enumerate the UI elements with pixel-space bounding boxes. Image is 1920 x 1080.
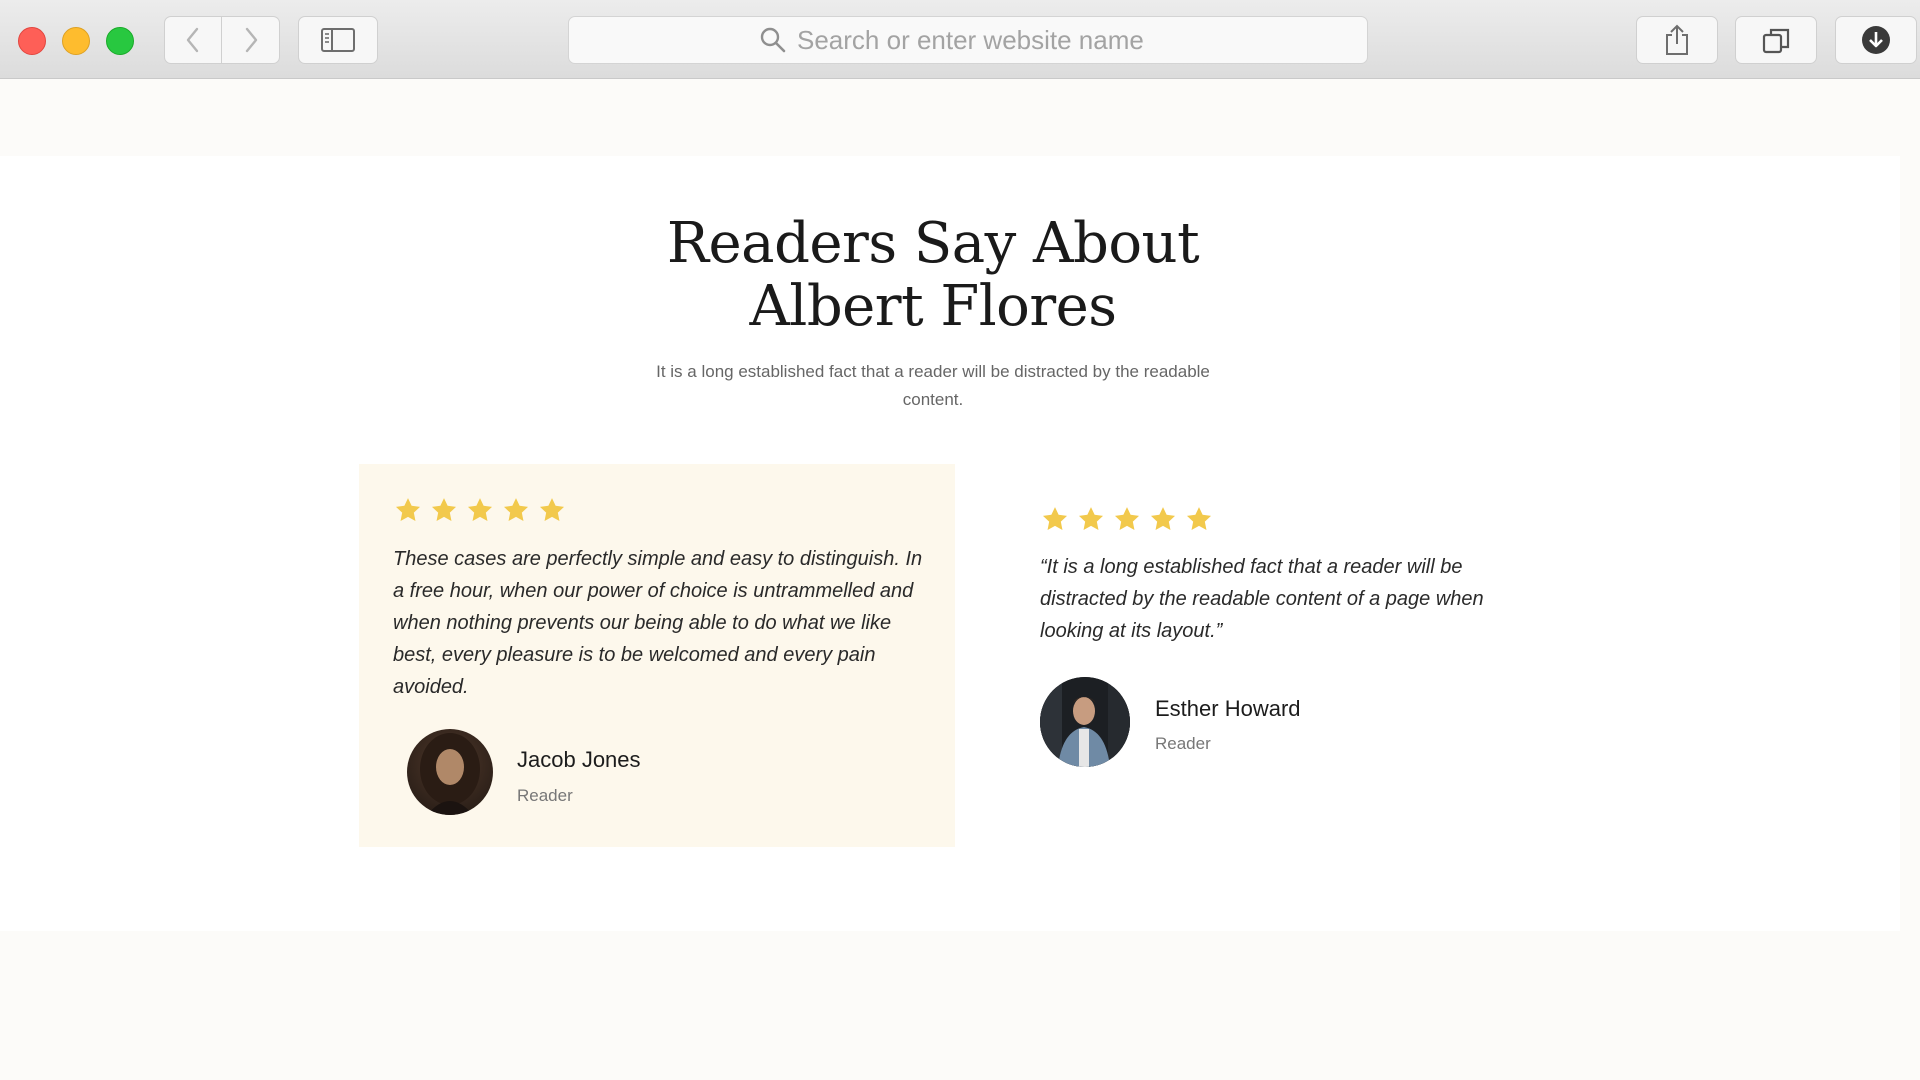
- star-icon: [1042, 507, 1068, 530]
- reviewer-role: Reader: [517, 786, 573, 805]
- forward-button[interactable]: [222, 16, 280, 64]
- star-rating: [394, 496, 566, 524]
- star-rating: [1041, 505, 1213, 533]
- share-button[interactable]: [1636, 16, 1718, 64]
- section-subtitle: It is a long established fact that a rea…: [656, 362, 1210, 409]
- downloads-button[interactable]: [1835, 16, 1917, 64]
- search-icon: [760, 27, 786, 53]
- reviewer-name: Esther Howard: [1155, 696, 1301, 721]
- testimonial-card: “It is a long established fact that a re…: [1014, 464, 1610, 847]
- sidebar-icon: [321, 28, 355, 52]
- browser-toolbar: [0, 0, 1920, 79]
- minimize-window-button[interactable]: [62, 27, 90, 55]
- section-title-line-1: Readers Say About: [666, 211, 1200, 276]
- star-icon: [1150, 507, 1176, 530]
- close-window-button[interactable]: [18, 27, 46, 55]
- download-icon: [1862, 26, 1890, 54]
- sidebar-toggle-button[interactable]: [298, 16, 378, 64]
- star-icon: [539, 498, 565, 521]
- share-icon: [1666, 24, 1688, 55]
- reviewer-role: Reader: [1155, 734, 1211, 753]
- star-icon: [503, 498, 529, 521]
- star-icon: [467, 498, 493, 521]
- star-icon: [1186, 507, 1212, 530]
- star-icon: [1114, 507, 1140, 530]
- chevron-right-icon: [245, 27, 257, 53]
- tabs-icon: [1762, 28, 1790, 54]
- section-title: Readers Say About Albert Flores: [0, 212, 1866, 338]
- show-tabs-button[interactable]: [1735, 16, 1817, 64]
- avatar: [407, 729, 493, 815]
- reviewer-name: Jacob Jones: [517, 747, 641, 772]
- star-icon: [395, 498, 421, 521]
- avatar: [1040, 677, 1130, 767]
- star-icon: [431, 498, 457, 521]
- testimonial-quote: These cases are perfectly simple and eas…: [393, 548, 923, 698]
- zoom-window-button[interactable]: [106, 27, 134, 55]
- testimonial-card: These cases are perfectly simple and eas…: [359, 464, 955, 847]
- back-button[interactable]: [164, 16, 222, 64]
- testimonials-section: Readers Say About Albert Flores It is a …: [0, 156, 1900, 931]
- testimonial-quote: “It is a long established fact that a re…: [1040, 556, 1484, 642]
- section-title-line-2: Albert Flores: [749, 274, 1117, 339]
- chevron-left-icon: [186, 27, 199, 53]
- address-bar[interactable]: [568, 16, 1368, 64]
- star-icon: [1078, 507, 1104, 530]
- search-input[interactable]: [797, 24, 1177, 56]
